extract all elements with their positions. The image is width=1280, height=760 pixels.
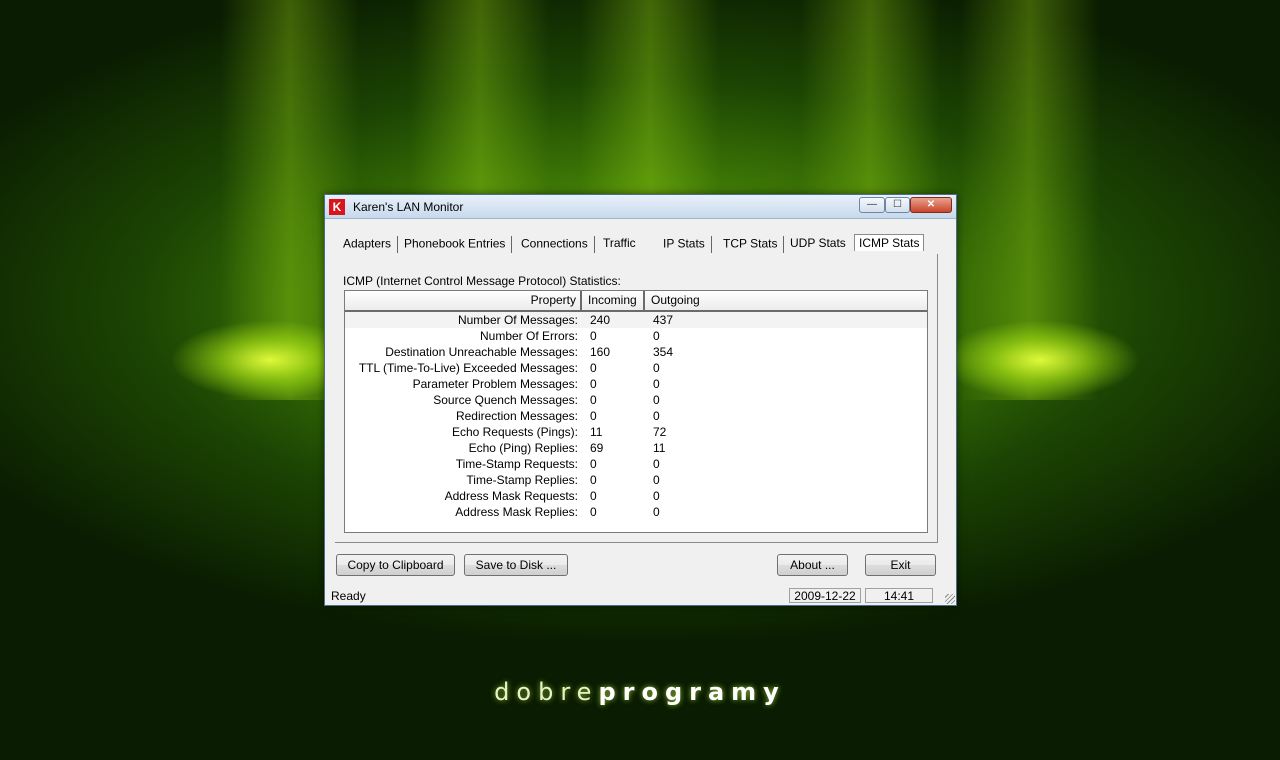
cell-incoming: 0: [590, 409, 597, 423]
dobreprogramy-logo: dobreprogramy: [0, 678, 1280, 706]
table-row[interactable]: Destination Unreachable Messages: 160 354: [345, 344, 927, 360]
cell-incoming: 0: [590, 377, 597, 391]
list-header: Property Incoming Outgoing: [345, 291, 927, 312]
table-row[interactable]: Time-Stamp Requests: 0 0: [345, 456, 927, 472]
cell-incoming: 11: [590, 425, 603, 439]
cell-incoming: 240: [590, 313, 611, 327]
wallpaper-glow: [940, 320, 1140, 400]
table-row[interactable]: Time-Stamp Replies: 0 0: [345, 472, 927, 488]
tab-phonebook-entries[interactable]: Phonebook Entries: [404, 236, 513, 253]
app-icon: K: [329, 199, 345, 215]
cell-outgoing: 0: [653, 329, 660, 343]
tab-label: TCP Stats: [723, 236, 778, 251]
cell-outgoing: 0: [653, 457, 660, 471]
cell-incoming: 0: [590, 473, 597, 487]
table-row[interactable]: Address Mask Replies: 0 0: [345, 504, 927, 520]
tab-label: Phonebook Entries: [404, 236, 506, 251]
cell-outgoing: 0: [653, 393, 660, 407]
tab-label: UDP Stats: [790, 236, 846, 250]
cell-incoming: 0: [590, 505, 597, 519]
minimize-icon: —: [867, 199, 877, 210]
column-header-outgoing[interactable]: Outgoing: [645, 291, 845, 310]
exit-button[interactable]: Exit: [865, 554, 936, 576]
table-row[interactable]: Address Mask Requests: 0 0: [345, 488, 927, 504]
tab-adapters[interactable]: Adapters: [343, 236, 399, 253]
cell-incoming: 0: [590, 457, 597, 471]
table-row[interactable]: TTL (Time-To-Live) Exceeded Messages: 0 0: [345, 360, 927, 376]
table-row[interactable]: Parameter Problem Messages: 0 0: [345, 376, 927, 392]
tab-label: Adapters: [343, 236, 392, 251]
brand-bold: programy: [598, 678, 786, 706]
column-header-incoming[interactable]: Incoming: [582, 291, 645, 310]
tab-label: ICMP Stats: [859, 236, 920, 250]
cell-outgoing: 0: [653, 489, 660, 503]
cell-outgoing: 354: [653, 345, 674, 359]
list-rows: Number Of Messages: 240 437 Number Of Error…: [345, 312, 927, 520]
cell-property: Number Of Messages:: [457, 313, 578, 327]
cell-incoming: 0: [590, 361, 597, 375]
tab-label: Traffic: [603, 236, 636, 250]
title-bar[interactable]: K Karen's LAN Monitor — ☐ ✕: [325, 195, 956, 219]
close-icon: ✕: [926, 199, 936, 210]
cell-outgoing: 0: [653, 409, 660, 423]
cell-property: Source Quench Messages:: [433, 393, 578, 407]
cell-incoming: 0: [590, 329, 597, 343]
status-date: 2009-12-22: [789, 588, 861, 603]
close-button[interactable]: ✕: [910, 197, 952, 213]
table-row[interactable]: Number Of Messages: 240 437: [345, 312, 927, 328]
copy-to-clipboard-button[interactable]: Copy to Clipboard: [336, 554, 455, 576]
cell-property: TTL (Time-To-Live) Exceeded Messages:: [358, 361, 578, 375]
cell-outgoing: 11: [653, 441, 666, 455]
cell-outgoing: 0: [653, 361, 660, 375]
cell-property: Echo Requests (Pings):: [451, 425, 578, 439]
cell-property: Address Mask Replies:: [455, 505, 578, 519]
tab-traffic[interactable]: Traffic: [603, 236, 636, 250]
cell-outgoing: 72: [653, 425, 667, 439]
cell-incoming: 69: [590, 441, 604, 455]
status-bar: Ready 2009-12-22 14:41: [325, 587, 956, 605]
cell-outgoing: 0: [653, 473, 660, 487]
cell-outgoing: 437: [653, 313, 674, 327]
tab-label: IP Stats: [663, 236, 705, 251]
cell-incoming: 0: [590, 489, 597, 503]
table-row[interactable]: Number Of Errors: 0 0: [345, 328, 927, 344]
tab-icmp-stats[interactable]: ICMP Stats: [854, 234, 925, 251]
minimize-button[interactable]: —: [859, 197, 885, 213]
cell-property: Number Of Errors:: [479, 329, 578, 343]
cell-incoming: 0: [590, 393, 597, 407]
cell-property: Parameter Problem Messages:: [412, 377, 578, 391]
brand-light: dobre: [494, 678, 599, 706]
cell-property: Echo (Ping) Replies:: [468, 441, 578, 455]
table-row[interactable]: Echo Requests (Pings): 11 72: [345, 424, 927, 440]
table-row[interactable]: Echo (Ping) Replies: 69 11: [345, 440, 927, 456]
tab-ip-stats[interactable]: IP Stats: [663, 236, 712, 253]
tab-tcp-stats[interactable]: TCP Stats: [723, 236, 785, 253]
cell-property: Redirection Messages:: [455, 409, 578, 423]
cell-property: Destination Unreachable Messages:: [385, 345, 578, 359]
tab-udp-stats[interactable]: UDP Stats: [790, 236, 846, 250]
status-time: 14:41: [865, 588, 933, 603]
lan-monitor-window: K Karen's LAN Monitor — ☐ ✕ Adapters Pho…: [324, 194, 957, 606]
table-row[interactable]: Source Quench Messages: 0 0: [345, 392, 927, 408]
tab-connections[interactable]: Connections: [521, 236, 595, 253]
table-row[interactable]: Redirection Messages: 0 0: [345, 408, 927, 424]
icmp-stats-list[interactable]: Property Incoming Outgoing Number Of Mes…: [344, 290, 928, 533]
cell-property: Time-Stamp Requests:: [455, 457, 578, 471]
tab-label: Connections: [521, 236, 588, 251]
cell-outgoing: 0: [653, 377, 660, 391]
cell-property: Address Mask Requests:: [444, 489, 578, 503]
panel-title: ICMP (Internet Control Message Protocol)…: [343, 274, 621, 288]
resize-grip-icon[interactable]: [945, 594, 955, 604]
window-title: Karen's LAN Monitor: [353, 200, 464, 214]
status-text: Ready: [331, 589, 366, 603]
about-button[interactable]: About ...: [777, 554, 848, 576]
cell-incoming: 160: [590, 345, 611, 359]
cell-property: Time-Stamp Replies:: [466, 473, 578, 487]
cell-outgoing: 0: [653, 505, 660, 519]
maximize-button[interactable]: ☐: [885, 197, 910, 213]
maximize-icon: ☐: [893, 199, 902, 210]
column-header-property[interactable]: Property: [345, 291, 582, 310]
save-to-disk-button[interactable]: Save to Disk ...: [464, 554, 568, 576]
